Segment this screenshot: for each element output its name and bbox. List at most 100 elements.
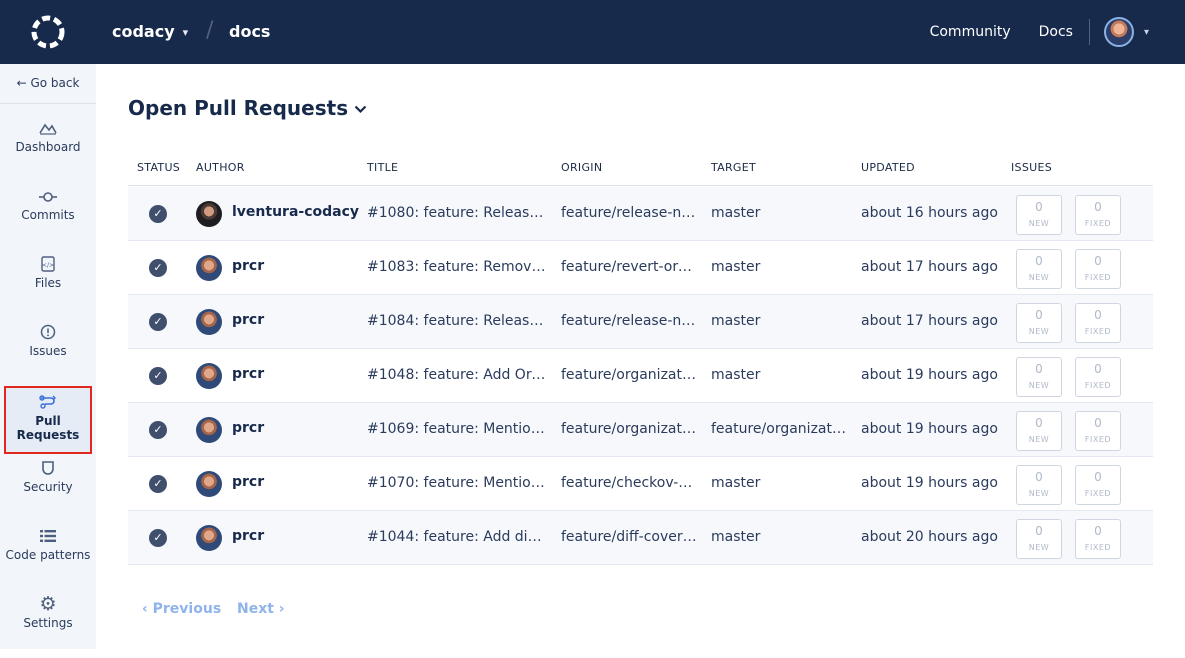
column-header-status: STATUS bbox=[137, 161, 181, 174]
new-issues-count: 0 bbox=[1035, 308, 1043, 322]
sidebar-item-label: Security bbox=[23, 480, 73, 494]
status-check-icon: ✓ bbox=[149, 529, 167, 547]
author-name: prcr bbox=[232, 474, 265, 490]
column-header-title: TITLE bbox=[367, 161, 399, 174]
new-issues-badge: 0 NEW bbox=[1016, 519, 1062, 559]
pr-title-link[interactable]: #1070: feature: Mention t... bbox=[367, 475, 547, 491]
pr-title-link[interactable]: #1080: feature: Release n... bbox=[367, 205, 547, 221]
sidebar-item-settings[interactable]: ⚙ Settings bbox=[0, 590, 96, 658]
repository-name[interactable]: docs bbox=[229, 22, 270, 41]
top-navigation-bar: codacy ▾ / docs Community Docs ▾ bbox=[0, 0, 1185, 64]
target-branch: master bbox=[711, 529, 761, 545]
previous-page-button[interactable]: ‹ Previous bbox=[142, 601, 221, 617]
chevron-down-icon bbox=[354, 105, 367, 114]
updated-time: about 17 hours ago bbox=[861, 313, 998, 329]
sidebar-item-label: Dashboard bbox=[15, 140, 81, 154]
sidebar: ← Go back Dashboard Commits </> Files Is… bbox=[0, 64, 96, 649]
target-branch: master bbox=[711, 259, 761, 275]
pr-title-link[interactable]: #1084: feature: Release n... bbox=[367, 313, 547, 329]
status-check-icon: ✓ bbox=[149, 259, 167, 277]
pr-title-link[interactable]: #1083: feature: Remove li... bbox=[367, 259, 547, 275]
author-avatar bbox=[196, 363, 222, 389]
sidebar-item-files[interactable]: </> Files bbox=[0, 250, 96, 318]
fixed-issues-count: 0 bbox=[1094, 362, 1102, 376]
fixed-issues-count: 0 bbox=[1094, 200, 1102, 214]
fixed-issues-label: FIXED bbox=[1084, 273, 1112, 282]
table-row[interactable]: ✓ prcr #1044: feature: Add diff c... featur… bbox=[128, 511, 1153, 565]
origin-branch: feature/organizati... bbox=[561, 421, 697, 437]
list-icon bbox=[0, 522, 96, 548]
table-row[interactable]: ✓ prcr #1069: feature: Mention ... feature/… bbox=[128, 403, 1153, 457]
origin-branch: feature/revert-org... bbox=[561, 259, 697, 275]
pr-title-link[interactable]: #1044: feature: Add diff c... bbox=[367, 529, 547, 545]
fixed-issues-label: FIXED bbox=[1084, 381, 1112, 390]
status-check-icon: ✓ bbox=[149, 367, 167, 385]
user-avatar[interactable] bbox=[1103, 17, 1134, 47]
sidebar-item-label: Issues bbox=[29, 344, 67, 358]
updated-time: about 19 hours ago bbox=[861, 421, 998, 437]
next-page-button[interactable]: Next › bbox=[237, 601, 285, 617]
go-back-link[interactable]: ← Go back bbox=[0, 64, 96, 104]
new-issues-label: NEW bbox=[1028, 327, 1050, 336]
origin-branch: feature/diff-covera... bbox=[561, 529, 697, 545]
organization-selector[interactable]: codacy ▾ bbox=[112, 22, 188, 41]
table-row[interactable]: ✓ prcr #1084: feature: Release n... feature… bbox=[128, 295, 1153, 349]
author-name: prcr bbox=[232, 528, 265, 544]
updated-time: about 19 hours ago bbox=[861, 367, 998, 383]
target-branch: master bbox=[711, 475, 761, 491]
fixed-issues-count: 0 bbox=[1094, 524, 1102, 538]
author-avatar bbox=[196, 309, 222, 335]
page-title-dropdown[interactable]: Open Pull Requests bbox=[128, 96, 367, 120]
codacy-logo-icon[interactable] bbox=[30, 14, 66, 50]
sidebar-item-issues[interactable]: Issues bbox=[0, 318, 96, 386]
sidebar-item-label: Commits bbox=[21, 208, 75, 222]
page-title: Open Pull Requests bbox=[128, 96, 349, 120]
status-check-icon: ✓ bbox=[149, 475, 167, 493]
dashboard-icon bbox=[0, 114, 96, 140]
table-row[interactable]: ✓ prcr #1048: feature: Add Orga... feature/… bbox=[128, 349, 1153, 403]
new-issues-count: 0 bbox=[1035, 416, 1043, 430]
breadcrumb-separator: / bbox=[206, 18, 214, 43]
sidebar-item-dashboard[interactable]: Dashboard bbox=[0, 114, 96, 182]
new-issues-label: NEW bbox=[1028, 273, 1050, 282]
fixed-issues-label: FIXED bbox=[1084, 435, 1112, 444]
sidebar-item-pull-requests[interactable]: Pull Requests bbox=[4, 386, 92, 454]
new-issues-count: 0 bbox=[1035, 200, 1043, 214]
fixed-issues-badge: 0 FIXED bbox=[1075, 465, 1121, 505]
new-issues-badge: 0 NEW bbox=[1016, 465, 1062, 505]
sidebar-item-commits[interactable]: Commits bbox=[0, 182, 96, 250]
author-avatar bbox=[196, 525, 222, 551]
status-check-icon: ✓ bbox=[149, 421, 167, 439]
sidebar-item-code-patterns[interactable]: Code patterns bbox=[0, 522, 96, 590]
status-check-icon: ✓ bbox=[149, 313, 167, 331]
updated-time: about 17 hours ago bbox=[861, 259, 998, 275]
author-name: prcr bbox=[232, 312, 265, 328]
author-avatar bbox=[196, 255, 222, 281]
community-link[interactable]: Community bbox=[930, 24, 1011, 40]
chevron-down-icon[interactable]: ▾ bbox=[1144, 27, 1149, 38]
new-issues-count: 0 bbox=[1035, 254, 1043, 268]
sidebar-item-label: Code patterns bbox=[5, 548, 91, 562]
docs-link[interactable]: Docs bbox=[1039, 24, 1073, 40]
author-name: prcr bbox=[232, 420, 265, 436]
author-avatar bbox=[196, 417, 222, 443]
column-header-issues: ISSUES bbox=[1011, 161, 1052, 174]
table-row[interactable]: ✓ lventura-codacy #1080: feature: Release … bbox=[128, 187, 1153, 241]
new-issues-count: 0 bbox=[1035, 362, 1043, 376]
new-issues-label: NEW bbox=[1028, 543, 1050, 552]
origin-branch: feature/checkov-h... bbox=[561, 475, 697, 491]
target-branch: master bbox=[711, 313, 761, 329]
target-branch: feature/organizati... bbox=[711, 421, 847, 437]
fixed-issues-badge: 0 FIXED bbox=[1075, 519, 1121, 559]
pr-title-link[interactable]: #1048: feature: Add Orga... bbox=[367, 367, 547, 383]
new-issues-badge: 0 NEW bbox=[1016, 303, 1062, 343]
fixed-issues-label: FIXED bbox=[1084, 327, 1112, 336]
table-row[interactable]: ✓ prcr #1070: feature: Mention t... feature… bbox=[128, 457, 1153, 511]
fixed-issues-badge: 0 FIXED bbox=[1075, 249, 1121, 289]
column-header-author: AUTHOR bbox=[196, 161, 245, 174]
new-issues-badge: 0 NEW bbox=[1016, 249, 1062, 289]
pr-title-link[interactable]: #1069: feature: Mention ... bbox=[367, 421, 547, 437]
table-row[interactable]: ✓ prcr #1083: feature: Remove li... feature… bbox=[128, 241, 1153, 295]
sidebar-item-security[interactable]: Security bbox=[0, 454, 96, 522]
author-name: prcr bbox=[232, 258, 265, 274]
